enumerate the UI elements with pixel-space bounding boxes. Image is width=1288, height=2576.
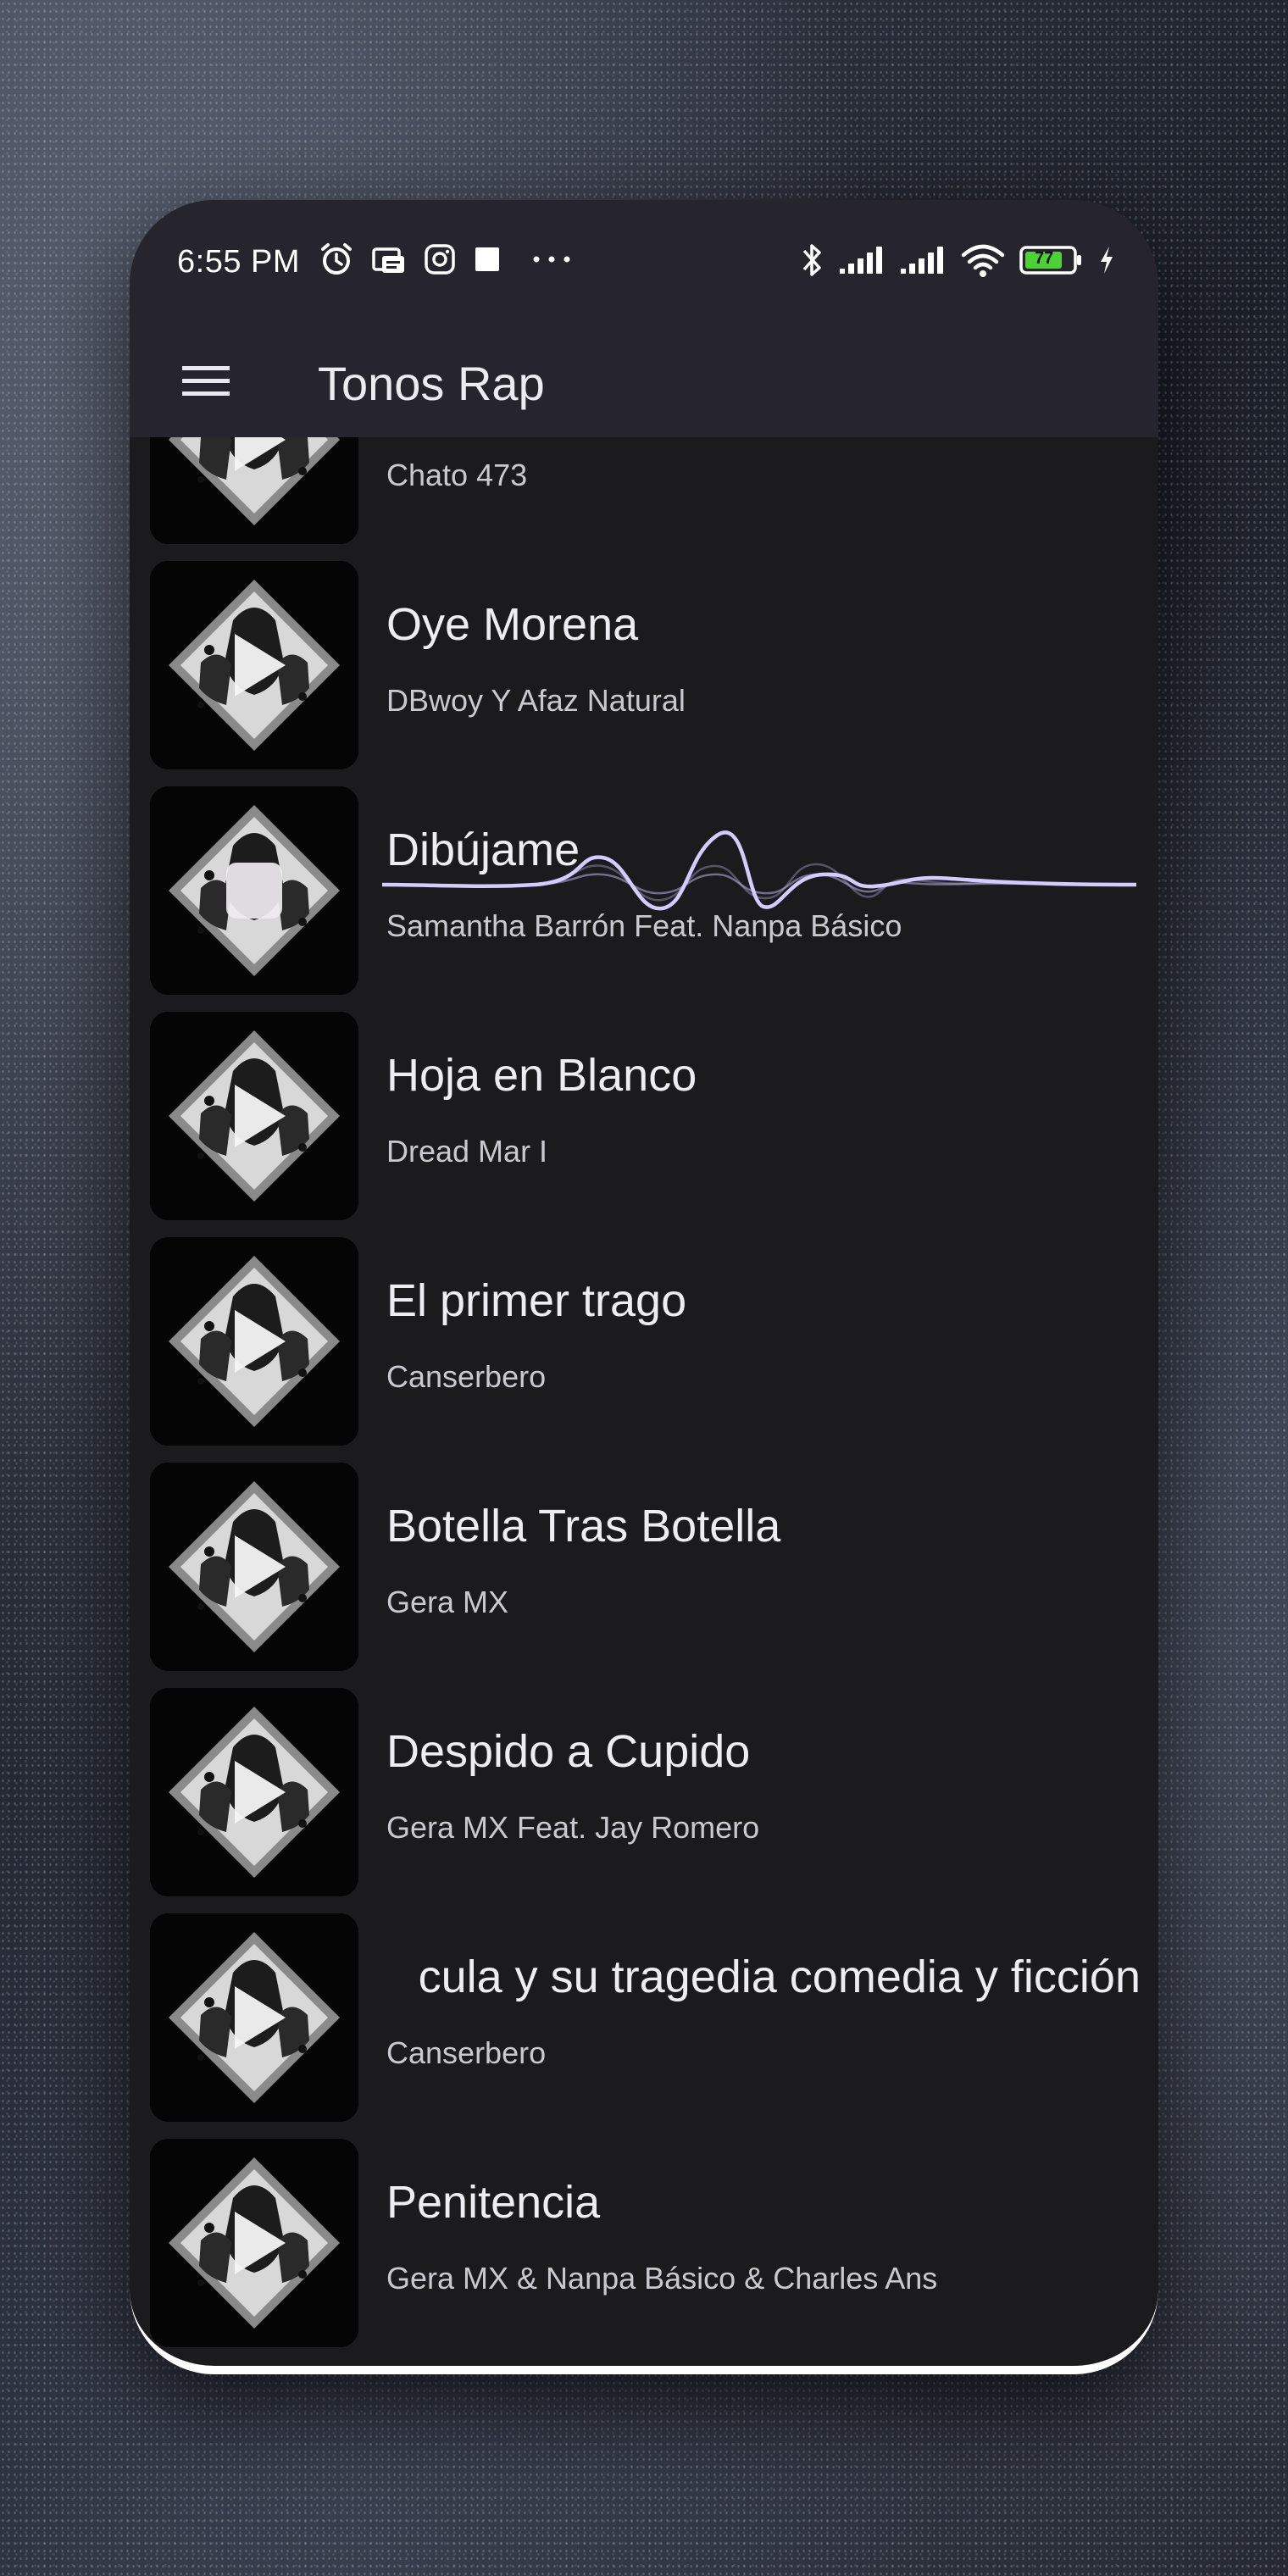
song-title-marquee: cula y su tragedia comedia y ficción [386,1946,1141,2013]
status-time: 6:55 PM [177,244,301,280]
charging-icon [1101,247,1113,274]
square-icon [475,247,499,271]
song-thumbnail [150,1688,358,1896]
signal-icon [901,247,943,274]
hamburger-menu-icon[interactable] [172,347,240,415]
song-row[interactable]: cula y su tragedia comedia y ficción Can… [130,1901,1158,2127]
song-thumbnail [150,1463,358,1671]
song-thumbnail [150,1237,358,1446]
song-artist: Dread Mar I [386,1134,548,1169]
song-thumbnail [150,1913,358,2122]
song-title: Hoja en Blanco [386,1050,697,1101]
song-artist: Canserbero [386,1359,547,1394]
alarm-icon [321,243,352,275]
song-thumbnail [150,2139,358,2347]
song-artist: Chato 473 [386,458,528,492]
song-thumbnail [150,1012,358,1220]
more-icon [533,256,570,263]
song-thumbnail [150,437,358,544]
song-list[interactable]: Chato 473 Oye Morena DBwoy Y Afaz Natura… [130,437,1158,2366]
instagram-icon [425,244,455,275]
song-artist: Gera MX Feat. Jay Romero [386,1810,760,1845]
signal-icon [840,247,882,274]
song-title: Penitencia [386,2177,601,2228]
phone-screen: 6:55 PM 77 Tonos Rap Chato 473 Oye Moren… [130,200,1158,2374]
song-thumbnail [150,786,358,995]
song-row[interactable]: Despido a Cupido Gera MX Feat. Jay Romer… [130,1676,1158,1901]
song-thumbnail [150,561,358,769]
song-row[interactable]: Oye Morena DBwoy Y Afaz Natural [130,549,1158,774]
song-title: Oye Morena [386,599,639,650]
song-artist: DBwoy Y Afaz Natural [386,683,686,718]
song-artist: Gera MX [386,1585,509,1619]
toolbar: Tonos Rap [130,327,1158,437]
song-title: cula y su tragedia comedia y ficción [418,1951,1141,2002]
song-title: El primer trago [386,1275,687,1326]
song-row[interactable]: Hoja en Blanco Dread Mar I [130,1000,1158,1225]
status-icons-left [318,241,579,278]
song-row-playing[interactable]: Dibújame Samantha Barrón Feat. Nanpa Bás… [130,774,1158,1000]
bluetooth-icon [802,244,821,276]
song-artist: Gera MX & Nanpa Básico & Charles Ans [386,2261,938,2296]
app-bar: 6:55 PM 77 Tonos Rap [130,200,1158,437]
status-icons-right: 77 [799,241,1116,280]
wifi-icon [961,244,1005,277]
waveform-visualizer [382,830,1136,911]
notification-icon [372,247,404,273]
song-row[interactable]: Penitencia Gera MX & Nanpa Básico & Char… [130,2127,1158,2352]
song-title: Despido a Cupido [386,1726,751,1777]
battery-icon: 77 [1019,245,1084,275]
status-bar: 6:55 PM 77 [130,234,1158,293]
song-row[interactable]: Botella Tras Botella Gera MX [130,1451,1158,1676]
app-title: Tonos Rap [318,357,545,410]
battery-level: 77 [1035,249,1054,268]
song-row[interactable]: El primer trago Canserbero [130,1225,1158,1451]
song-row[interactable]: Chato 473 [130,437,1158,549]
song-title: Botella Tras Botella [386,1501,781,1552]
song-artist: Canserbero [386,2035,547,2070]
